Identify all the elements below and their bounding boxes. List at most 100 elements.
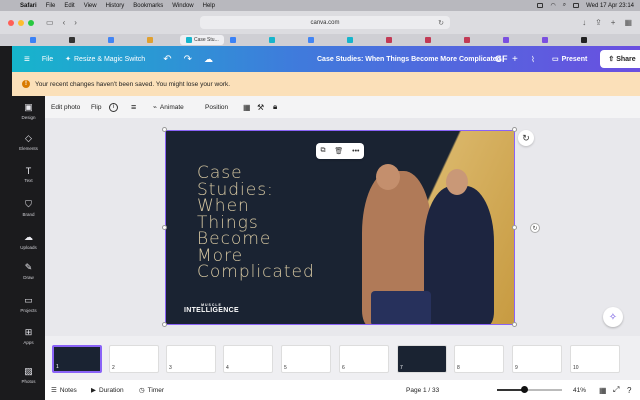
undo-icon[interactable]: ↶ [163,54,171,65]
grid-view-icon[interactable]: ▦ [599,386,607,395]
document-title[interactable]: Case Studies: When Things Become More Co… [317,56,501,63]
zoom-level[interactable]: 41% [573,387,586,394]
menu-window[interactable]: Window [172,3,193,9]
tab[interactable] [141,35,180,45]
new-tab-icon[interactable]: + [611,18,616,27]
more-options-icon[interactable]: ••• [352,148,359,155]
page-thumbnail[interactable]: 1 [52,345,102,373]
insights-icon[interactable]: ⌇ [531,55,535,64]
timer-button[interactable]: ◷ Timer [139,386,164,395]
page-thumbnail[interactable]: 9 [512,345,562,373]
position-button[interactable]: Position [205,104,228,111]
duration-button[interactable]: ▶ Duration [91,386,124,395]
share-button[interactable]: ⇧ Share [600,50,640,68]
menu-bookmarks[interactable]: Bookmarks [133,3,163,9]
tab[interactable] [263,35,302,45]
resize-handle[interactable] [512,322,517,327]
add-collaborator-icon[interactable]: + [512,54,518,65]
address-bar[interactable]: canva.com ↻ [200,16,450,29]
sidebar-item-brand[interactable]: ⛉ Brand [12,199,45,217]
sidebar-toggle-icon[interactable]: ▭ [46,18,54,27]
info-icon[interactable]: i [109,102,118,112]
tab[interactable] [302,35,341,45]
menu-help[interactable]: Help [203,3,215,9]
file-menu-button[interactable]: File [42,56,53,63]
tab[interactable] [536,35,575,45]
animate-button[interactable]: ⌁ Animate [153,103,184,112]
close-window-button[interactable] [8,19,14,26]
tab[interactable] [380,35,419,45]
slide[interactable]: Case Studies: When Things Become More Co… [165,130,515,325]
tab[interactable] [341,35,380,45]
tab[interactable] [419,35,458,45]
search-icon[interactable]: ⌕ [563,2,566,9]
sidebar-item-text[interactable]: T Text [12,166,45,183]
edit-photo-button[interactable]: Edit photo [51,104,80,111]
fullscreen-icon[interactable]: ⤢ [613,385,619,395]
duplicate-icon[interactable]: ⧉ [320,147,325,155]
slide-photo-man-back[interactable] [424,186,494,324]
sidebar-item-projects[interactable]: ▭ Projects [12,295,45,313]
tab-active[interactable]: Case Stu... [180,35,224,45]
page-thumbnail[interactable]: 3 [166,345,216,373]
notes-button[interactable]: ☰ Notes [51,386,77,395]
tab[interactable] [63,35,102,45]
control-center-icon[interactable] [573,3,580,8]
sidebar-item-apps[interactable]: ⊞ Apps [12,327,45,345]
zoom-slider-handle[interactable] [521,386,528,393]
menu-app[interactable]: Safari [20,3,37,9]
sidebar-item-uploads[interactable]: ☁ Uploads [12,232,45,250]
resize-handle[interactable] [512,225,517,230]
menubar-clock[interactable]: Wed 17 Apr 23:14 [586,3,634,9]
redo-icon[interactable]: ↷ [184,54,192,65]
menu-history[interactable]: History [106,3,125,9]
tab[interactable] [497,35,536,45]
page-thumbnail[interactable]: 5 [281,345,331,373]
flip-button[interactable]: Flip [91,104,101,111]
page-thumbnail[interactable]: 4 [223,345,273,373]
page-indicator[interactable]: Page 1 / 33 [406,387,439,394]
tab[interactable] [24,35,63,45]
zoom-window-button[interactable] [28,19,34,26]
menu-file[interactable]: File [46,3,56,9]
download-icon[interactable]: ↓ [582,18,586,27]
resize-handle[interactable] [162,322,167,327]
page-thumbnail[interactable]: 8 [454,345,504,373]
magic-assistant-icon[interactable]: ✧ [603,307,623,327]
avatar[interactable]: GF [495,54,508,64]
forward-icon[interactable]: › [74,18,77,27]
border-style-icon[interactable]: ≡ [131,102,136,112]
menu-view[interactable]: View [84,3,97,9]
delete-icon[interactable]: 🗑︎ [334,147,343,155]
menu-icon[interactable]: ≡ [24,54,30,65]
resize-handle[interactable] [162,225,167,230]
tab[interactable] [575,35,614,45]
tab[interactable] [224,35,263,45]
cloud-save-icon[interactable]: ☁ [204,54,213,65]
sidebar-item-draw[interactable]: ✎ Draw [12,262,45,280]
reload-icon[interactable]: ↻ [438,19,444,27]
copy-style-icon[interactable]: ⚒ [257,103,264,112]
sidebar-item-elements[interactable]: ◇ Elements [12,133,45,151]
help-icon[interactable]: ? [627,386,631,395]
resize-handle[interactable] [512,127,517,132]
rotate-slide-icon[interactable]: ↻ [518,130,534,146]
sidebar-item-photos[interactable]: ▨ Photos [12,366,45,384]
resize-handle[interactable] [162,127,167,132]
tab[interactable] [458,35,497,45]
page-thumbnail[interactable]: 6 [339,345,389,373]
tab-overview-icon[interactable]: ▦ [624,18,632,27]
minimize-window-button[interactable] [18,19,24,26]
page-thumbnail[interactable]: 2 [109,345,159,373]
lock-icon[interactable]: 🔒︎ [273,102,277,112]
screen-icon[interactable] [537,3,544,8]
slide-title[interactable]: Case Studies: When Things Become More Co… [197,165,315,281]
slide-logo[interactable]: MUSCLE INTELLIGENCE [184,303,239,314]
wifi-icon[interactable]: ◠ [550,2,555,9]
page-thumbnail[interactable]: 7 [397,345,447,373]
resize-button[interactable]: ✦ Resize & Magic Switch [65,55,145,64]
rotate-handle-icon[interactable]: ↻ [530,223,540,233]
share-page-icon[interactable]: ⇪ [595,18,602,27]
page-thumbnail[interactable]: 10 [570,345,620,373]
present-button[interactable]: ▭ Present [552,55,587,64]
